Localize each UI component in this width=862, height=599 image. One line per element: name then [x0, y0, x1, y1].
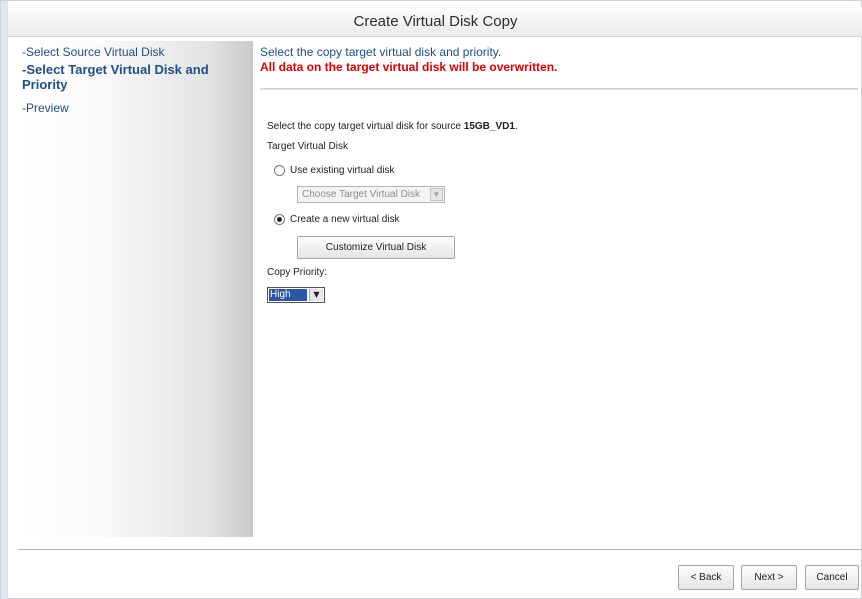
- dialog-title: Create Virtual Disk Copy: [353, 13, 518, 30]
- step-select-target-current[interactable]: -Select Target Virtual Disk and Priority: [22, 62, 242, 92]
- next-button[interactable]: Next >: [741, 565, 797, 590]
- source-disk-name: 15GB_VD1: [463, 121, 515, 132]
- target-virtual-disk-heading: Target Virtual Disk: [267, 141, 348, 152]
- copy-priority-value: High: [269, 289, 307, 301]
- instruction-text: Select the copy target virtual disk and …: [260, 45, 502, 59]
- footer-separator: [18, 549, 862, 550]
- content-separator: [260, 88, 858, 90]
- copy-priority-label: Copy Priority:: [267, 267, 328, 278]
- create-virtual-disk-copy-dialog: Create Virtual Disk Copy -Select Source …: [0, 0, 862, 599]
- chevron-down-icon[interactable]: ▼: [309, 289, 323, 301]
- create-new-label[interactable]: Create a new virtual disk: [290, 214, 400, 225]
- wizard-steps-sidebar: -Select Source Virtual Disk -Select Targ…: [18, 41, 253, 537]
- source-description: Select the copy target virtual disk for …: [267, 121, 518, 132]
- customize-virtual-disk-button[interactable]: Customize Virtual Disk: [297, 236, 455, 259]
- cancel-button[interactable]: Cancel: [805, 565, 859, 590]
- step-preview[interactable]: -Preview: [22, 101, 69, 115]
- use-existing-label[interactable]: Use existing virtual disk: [290, 165, 394, 176]
- wizard-content: Select the copy target virtual disk and …: [260, 45, 860, 535]
- use-existing-radio[interactable]: [274, 165, 285, 176]
- copy-priority-dropdown[interactable]: High ▼: [267, 287, 325, 303]
- step-select-source[interactable]: -Select Source Virtual Disk: [22, 45, 165, 59]
- chevron-down-icon: ▼: [430, 188, 443, 201]
- window-left-edge: [1, 1, 8, 599]
- target-virtual-disk-dropdown: Choose Target Virtual Disk ▼: [297, 186, 445, 203]
- source-prefix: Select the copy target virtual disk for …: [267, 121, 461, 132]
- title-bar: Create Virtual Disk Copy: [8, 7, 862, 37]
- create-new-radio[interactable]: [274, 214, 285, 225]
- source-suffix: .: [514, 121, 518, 132]
- target-dropdown-value: Choose Target Virtual Disk: [302, 189, 421, 200]
- back-button[interactable]: < Back: [678, 565, 734, 590]
- overwrite-warning: All data on the target virtual disk will…: [260, 60, 558, 74]
